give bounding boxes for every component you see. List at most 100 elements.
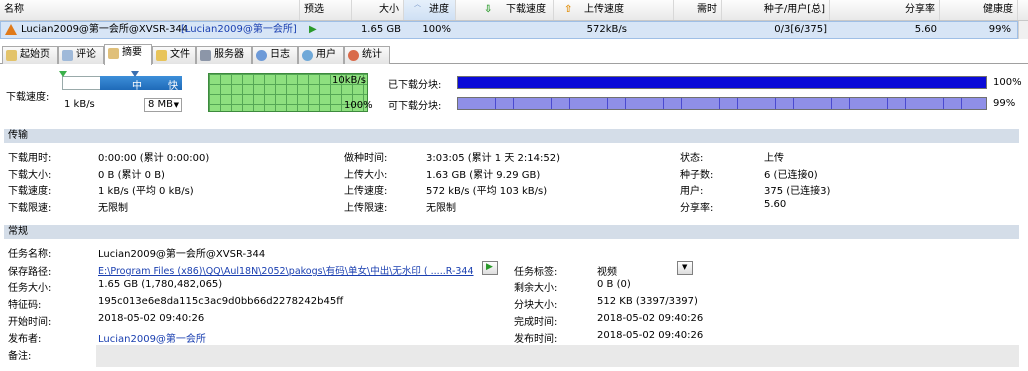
sort-arrow-icon: ︿ bbox=[414, 0, 421, 8]
task-seeds-peers: 0/3[6/375] bbox=[774, 24, 827, 35]
list-scrollbar[interactable] bbox=[1018, 21, 1028, 39]
tab-users[interactable]: 用户 bbox=[298, 46, 344, 64]
slider-high-label: 快 bbox=[168, 81, 178, 92]
hash-label: 特征码: bbox=[8, 300, 42, 311]
publish-time-label: 发布时间: bbox=[514, 334, 558, 345]
tab-start-page[interactable]: 起始页 bbox=[2, 46, 58, 64]
ratio-value: 5.60 bbox=[764, 199, 787, 210]
notes-label: 备注: bbox=[8, 351, 32, 362]
downloaded-pieces-pct: 100% bbox=[993, 77, 1022, 88]
status-label: 状态: bbox=[680, 153, 704, 164]
task-row[interactable]: Lucian2009@第一会所@XVSR-344 [Lucian2009@第一会… bbox=[0, 21, 1018, 39]
seed-time-label: 做种时间: bbox=[344, 153, 388, 164]
tab-start-page-label: 起始页 bbox=[20, 49, 50, 60]
available-pieces-pct: 99% bbox=[993, 98, 1016, 109]
detail-tabs: 起始页 评论 摘要 文件 服务器 日志 用户 统计 bbox=[0, 44, 1028, 65]
task-tag-dropdown[interactable]: ▼ bbox=[677, 261, 693, 275]
slider-min-thumb[interactable] bbox=[59, 71, 67, 77]
column-name[interactable]: 名称 bbox=[0, 0, 300, 20]
task-name-label: 任务名称: bbox=[8, 249, 52, 260]
comment-icon bbox=[62, 50, 73, 61]
task-size-value: 1.65 GB (1,780,482,065) bbox=[98, 279, 223, 290]
tab-summary[interactable]: 摘要 bbox=[104, 44, 152, 65]
download-limit-label: 下载限速: bbox=[8, 203, 52, 214]
graph-top-label: 10kB/s bbox=[332, 75, 366, 86]
publisher-label: 发布者: bbox=[8, 334, 42, 345]
save-path-link[interactable]: E:\Program Files (x86)\QQ\Aul18N\2052\pa… bbox=[98, 263, 474, 277]
task-size-label: 任务大小: bbox=[8, 283, 52, 294]
column-size[interactable]: 大小 bbox=[352, 0, 404, 20]
notes-field[interactable] bbox=[96, 345, 1019, 367]
task-tag-label: 任务标签: bbox=[514, 267, 558, 278]
column-time[interactable]: 需时 bbox=[674, 0, 722, 20]
downloaded-pieces-label: 已下载分块: bbox=[388, 80, 442, 91]
speed-min-value: 1 kB/s bbox=[64, 99, 95, 110]
upload-size-label: 上传大小: bbox=[344, 170, 388, 181]
tab-stats[interactable]: 统计 bbox=[344, 46, 390, 64]
download-speed-label: 下载速度: bbox=[8, 186, 52, 197]
summary-icon bbox=[108, 48, 119, 59]
column-download-speed[interactable]: ⇩ 下载速度 bbox=[456, 0, 554, 20]
task-list-header: 名称 预选 大小 ︿ 进度 ⇩ 下载速度 ⇧ 上传速度 需时 种子/用户[总] … bbox=[0, 0, 1028, 21]
download-size-value: 0 B (累计 0 B) bbox=[98, 170, 165, 181]
tab-summary-label: 摘要 bbox=[122, 47, 142, 58]
download-speed-value: 1 kB/s (平均 0 kB/s) bbox=[98, 186, 194, 197]
graph-bottom-label: 100% bbox=[344, 100, 373, 111]
start-time-value: 2018-05-02 09:40:26 bbox=[98, 313, 205, 324]
piece-size-label: 分块大小: bbox=[514, 300, 558, 311]
chevron-down-icon: ▼ bbox=[682, 263, 688, 271]
peers-value: 375 (已连接3) bbox=[764, 186, 831, 197]
preview-play-icon[interactable]: ▶ bbox=[309, 22, 317, 38]
slider-max-thumb[interactable] bbox=[131, 71, 139, 77]
task-name-value: Lucian2009@第一会所@XVSR-344 bbox=[98, 249, 266, 260]
download-limit-value: 无限制 bbox=[98, 203, 128, 214]
download-size-label: 下载大小: bbox=[8, 170, 52, 181]
column-upload-speed-label: 上传速度 bbox=[584, 4, 624, 15]
tab-servers-label: 服务器 bbox=[214, 49, 244, 60]
task-progress: 100% bbox=[422, 24, 451, 35]
task-publisher: [Lucian2009@第一会所] bbox=[181, 24, 297, 35]
tab-log-label: 日志 bbox=[270, 49, 290, 60]
tab-users-label: 用户 bbox=[316, 49, 336, 60]
open-folder-button[interactable]: ▶ bbox=[482, 261, 498, 275]
available-pieces-label: 可下载分块: bbox=[388, 101, 442, 112]
piece-size-value: 512 KB (3397/3397) bbox=[597, 296, 698, 307]
slider-mid-label: 中 bbox=[132, 81, 142, 92]
column-download-speed-label: 下载速度 bbox=[506, 4, 546, 15]
column-upload-speed[interactable]: ⇧ 上传速度 bbox=[554, 0, 674, 20]
tab-servers[interactable]: 服务器 bbox=[196, 46, 252, 64]
task-ratio: 5.60 bbox=[914, 24, 937, 35]
upload-status-icon bbox=[5, 24, 17, 35]
column-seeds-peers[interactable]: 种子/用户[总] bbox=[722, 0, 830, 20]
downloaded-pieces-bar bbox=[457, 76, 987, 89]
upload-size-value: 1.63 GB (累计 9.29 GB) bbox=[426, 170, 541, 181]
tab-log[interactable]: 日志 bbox=[252, 46, 298, 64]
task-name: Lucian2009@第一会所@XVSR-344 bbox=[21, 24, 189, 35]
tab-stats-label: 统计 bbox=[362, 49, 382, 60]
column-progress-label: 进度 bbox=[429, 4, 449, 15]
remaining-value: 0 B (0) bbox=[597, 279, 631, 290]
column-ratio[interactable]: 分享率 bbox=[830, 0, 940, 20]
task-size: 1.65 GB bbox=[360, 24, 401, 35]
folder-icon bbox=[156, 50, 167, 61]
tab-files[interactable]: 文件 bbox=[152, 46, 196, 64]
upload-limit-value: 无限制 bbox=[426, 203, 456, 214]
section-transfer: 传输 bbox=[4, 129, 1019, 143]
remaining-label: 剩余大小: bbox=[514, 283, 558, 294]
play-icon: ▶ bbox=[486, 262, 493, 272]
peers-label: 用户: bbox=[680, 186, 704, 197]
tab-comments[interactable]: 评论 bbox=[58, 46, 104, 64]
column-health[interactable]: 健康度 bbox=[940, 0, 1018, 20]
column-preview[interactable]: 预选 bbox=[300, 0, 352, 20]
ratio-label: 分享率: bbox=[680, 203, 714, 214]
stats-pie-icon bbox=[348, 50, 359, 61]
task-health: 99% bbox=[988, 24, 1011, 35]
task-tag-value: 视频 bbox=[597, 267, 617, 278]
upload-speed-value: 572 kB/s (平均 103 kB/s) bbox=[426, 186, 548, 197]
publisher-link[interactable]: Lucian2009@第一会所 bbox=[98, 330, 206, 345]
column-progress[interactable]: ︿ 进度 bbox=[404, 0, 456, 20]
max-speed-select[interactable]: 8 MB ▼ bbox=[144, 98, 182, 112]
available-pieces-bar bbox=[457, 97, 987, 110]
speed-label: 下载速度: bbox=[6, 92, 50, 103]
upload-arrow-icon: ⇧ bbox=[564, 4, 573, 15]
